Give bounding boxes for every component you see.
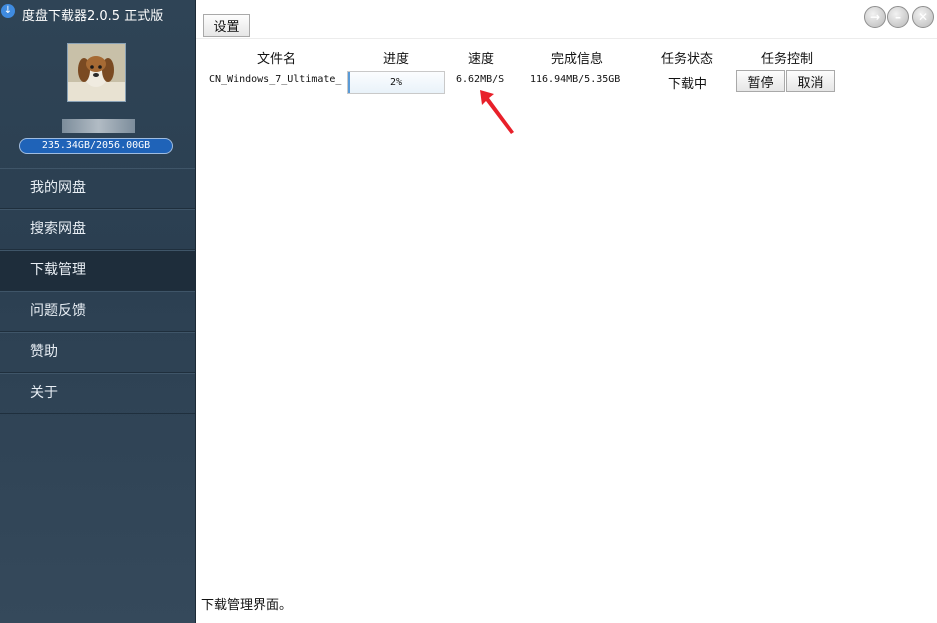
minimize-icon[interactable]: – [887, 6, 909, 28]
table-header: 文件名 进度 速度 完成信息 任务状态 任务控制 [196, 38, 937, 67]
table-row: CN_Windows_7_Ultimate_ 2% 6.62MB/S 116.9… [196, 69, 937, 95]
app-title: 度盘下载器2.0.5 正式版 [22, 9, 164, 24]
sidebar-nav: 我的网盘 搜索网盘 下载管理 问题反馈 赞助 关于 [0, 168, 195, 414]
progress-text: 2% [389, 77, 403, 88]
task-status: 下载中 [668, 77, 708, 92]
avatar[interactable] [67, 43, 126, 102]
status-bar-text: 下载管理界面。 [201, 598, 293, 613]
arrow-shape [480, 90, 514, 134]
sidebar-item-download-manager[interactable]: 下载管理 [0, 250, 195, 291]
avatar-image [68, 44, 125, 101]
column-header-control: 任务控制 [761, 52, 814, 67]
column-header-completion: 完成信息 [551, 52, 604, 67]
sidebar-item-my-drive[interactable]: 我的网盘 [0, 168, 195, 209]
progress-fill [348, 72, 350, 93]
download-icon: ↓ [1, 4, 15, 18]
main-content: 设置 → – ✕ 文件名 进度 速度 完成信息 任务状态 任务控制 CN_Win… [196, 0, 937, 623]
pause-button[interactable]: 暂停 [736, 70, 785, 92]
progress-bar: 2% [347, 71, 445, 94]
column-header-progress: 进度 [383, 52, 410, 67]
column-header-status: 任务状态 [661, 52, 714, 67]
completion-info: 116.94MB/5.35GB [530, 74, 621, 85]
red-arrow-annotation [480, 90, 514, 134]
column-header-filename: 文件名 [257, 52, 297, 67]
sidebar-item-about[interactable]: 关于 [0, 373, 195, 414]
download-speed: 6.62MB/S [456, 74, 505, 85]
cancel-button[interactable]: 取消 [786, 70, 835, 92]
username-redacted [62, 119, 135, 133]
column-header-speed: 速度 [468, 52, 495, 67]
close-icon[interactable]: ✕ [912, 6, 934, 28]
sidebar-item-feedback[interactable]: 问题反馈 [0, 291, 195, 332]
settings-button[interactable]: 设置 [203, 14, 250, 37]
logout-icon[interactable]: → [864, 6, 886, 28]
sidebar-item-search-drive[interactable]: 搜索网盘 [0, 209, 195, 250]
storage-quota-bar: 235.34GB/2056.00GB [19, 138, 173, 154]
sidebar: ↓ 度盘下载器2.0.5 正式版 235.34GB/2056.00GB 我的网盘… [0, 0, 196, 623]
sidebar-item-sponsor[interactable]: 赞助 [0, 332, 195, 373]
file-name: CN_Windows_7_Ultimate_ [209, 74, 342, 85]
